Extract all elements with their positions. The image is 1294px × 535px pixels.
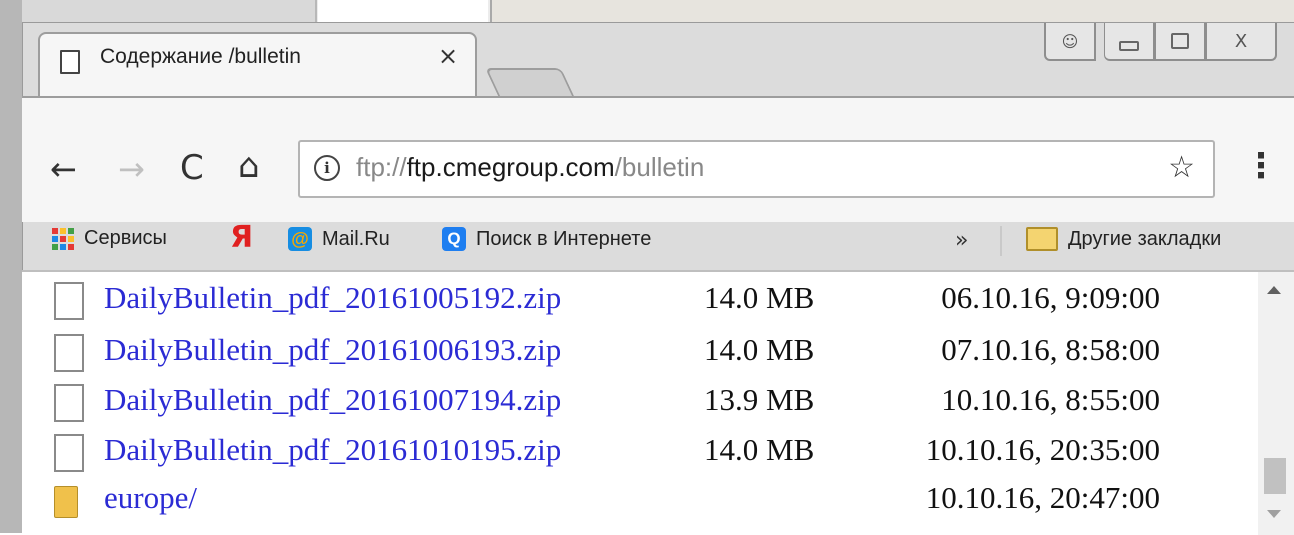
bookmark-star-icon[interactable]: ☆ [1168, 150, 1195, 185]
scrollbar-thumb[interactable] [1264, 458, 1286, 494]
close-icon: X [1234, 30, 1248, 52]
mail-ru-icon: @ [288, 227, 312, 251]
file-link[interactable]: DailyBulletin_pdf_20161006193.zip [104, 332, 561, 368]
table-row: DailyBulletin_pdf_20161005192.zip 14.0 M… [22, 274, 1252, 326]
back-button[interactable]: ← [50, 150, 77, 188]
file-date: 10.10.16, 20:47:00 [925, 480, 1160, 515]
address-bar[interactable]: i ftp://ftp.cmegroup.com/bulletin ☆ [298, 140, 1215, 198]
bookmark-mail-label: Mail.Ru [322, 227, 390, 250]
bookmark-mail[interactable]: @ Mail.Ru [288, 227, 390, 251]
document-icon [60, 50, 80, 74]
folder-icon [1026, 227, 1058, 251]
table-row: DailyBulletin_pdf_20161006193.zip 14.0 M… [22, 326, 1252, 378]
bookmarks-divider [1000, 226, 1002, 256]
bookmark-search-label: Поиск в Интернете [476, 227, 652, 250]
home-button[interactable]: ⌂ [238, 146, 260, 186]
page-content: DailyBulletin_pdf_20161005192.zip 14.0 M… [22, 270, 1294, 535]
url-host: ftp.cmegroup.com [406, 152, 615, 182]
new-tab-button[interactable] [485, 68, 575, 98]
url-text[interactable]: ftp://ftp.cmegroup.com/bulletin [356, 152, 704, 183]
file-size: 14.0 MB [704, 332, 815, 367]
tab-close-button[interactable]: × [438, 42, 458, 70]
maximize-icon [1171, 33, 1189, 49]
table-row: europe/ 10.10.16, 20:47:00 [22, 474, 1252, 526]
folder-icon [54, 486, 78, 518]
user-icon: ☺ [1061, 31, 1079, 51]
bookmark-yandex[interactable]: Я [230, 220, 254, 255]
search-icon: Q [442, 227, 466, 251]
maximize-button[interactable] [1155, 23, 1206, 61]
tab-title: Содержание /bulletin [100, 45, 301, 68]
bookmarks-overflow-button[interactable]: » [955, 228, 968, 253]
scroll-up-arrow-icon[interactable] [1267, 286, 1281, 294]
background-window-edge [0, 0, 22, 533]
file-icon [54, 282, 84, 320]
window-controls: ☺ X [1044, 23, 1277, 61]
file-link[interactable]: DailyBulletin_pdf_20161007194.zip [104, 382, 561, 418]
apps-grid-icon [52, 227, 74, 250]
file-icon [54, 434, 84, 472]
vertical-scrollbar[interactable] [1258, 272, 1294, 535]
file-link[interactable]: DailyBulletin_pdf_20161005192.zip [104, 280, 561, 316]
minimize-button[interactable] [1104, 23, 1155, 61]
close-window-button[interactable]: X [1206, 23, 1277, 61]
file-size: 14.0 MB [704, 280, 815, 315]
profile-button[interactable]: ☺ [1044, 23, 1096, 61]
minimize-icon [1119, 41, 1139, 51]
bookmark-other-folder[interactable]: Другие закладки [1026, 227, 1221, 251]
reload-button[interactable]: C [180, 148, 204, 188]
file-size: 14.0 MB [704, 432, 815, 467]
url-scheme: ftp:// [356, 152, 407, 182]
bookmark-other-label: Другие закладки [1068, 227, 1222, 250]
bookmark-search[interactable]: Q Поиск в Интернете [442, 227, 651, 251]
table-row: DailyBulletin_pdf_20161010195.zip 14.0 M… [22, 426, 1252, 478]
directory-link[interactable]: europe/ [104, 480, 197, 516]
file-icon [54, 384, 84, 422]
file-date: 10.10.16, 20:35:00 [925, 432, 1160, 467]
url-path: /bulletin [614, 152, 705, 182]
file-icon [54, 334, 84, 372]
forward-button[interactable]: → [118, 150, 145, 188]
info-icon[interactable]: i [314, 155, 340, 181]
bookmark-apps[interactable]: Сервисы [52, 227, 167, 250]
bookmark-apps-label: Сервисы [84, 227, 167, 249]
table-row: DailyBulletin_pdf_20161007194.zip 13.9 M… [22, 376, 1252, 428]
file-size: 13.9 MB [704, 382, 815, 417]
file-date: 07.10.16, 8:58:00 [941, 332, 1160, 367]
menu-icon[interactable]: ⋮ [1244, 146, 1278, 186]
file-link[interactable]: DailyBulletin_pdf_20161010195.zip [104, 432, 561, 468]
file-date: 06.10.16, 9:09:00 [941, 280, 1160, 315]
yandex-icon: Я [230, 220, 254, 255]
file-date: 10.10.16, 8:55:00 [941, 382, 1160, 417]
scroll-down-arrow-icon[interactable] [1267, 510, 1281, 518]
